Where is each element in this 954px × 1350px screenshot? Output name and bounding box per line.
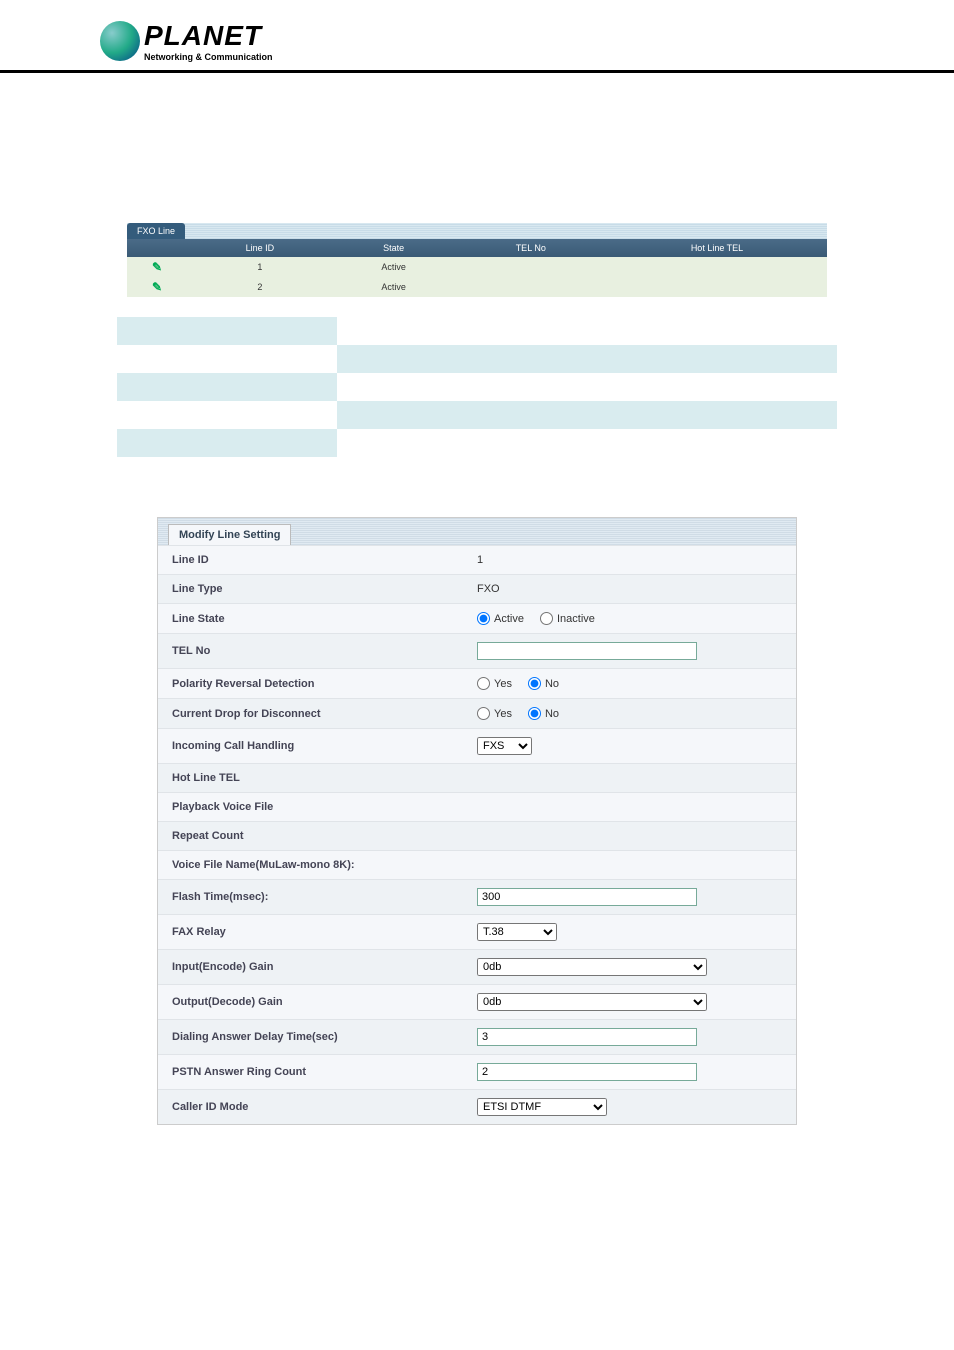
modify-title: Modify Line Setting <box>168 524 291 545</box>
col-edit <box>127 239 187 257</box>
cell-state: Active <box>333 257 455 277</box>
fax-relay-select[interactable]: T.38 <box>477 923 557 941</box>
value-line-type: FXO <box>477 583 782 595</box>
radio-line-state-inactive[interactable]: Inactive <box>540 612 595 625</box>
radio-polarity-no-input[interactable] <box>528 677 541 690</box>
radio-current-no-input[interactable] <box>528 707 541 720</box>
label-playback: Playback Voice File <box>172 801 477 813</box>
radio-polarity-no[interactable]: No <box>528 677 559 690</box>
kv-key <box>117 429 337 457</box>
fxo-line-tab[interactable]: FXO Line <box>127 223 185 239</box>
cell-hot <box>607 277 827 297</box>
page-header: PLANET Networking & Communication <box>0 0 954 62</box>
label-fax: FAX Relay <box>172 926 477 938</box>
dial-delay-input[interactable] <box>477 1028 697 1046</box>
planet-globe-icon <box>100 21 140 61</box>
col-line-id: Line ID <box>187 239 333 257</box>
kv-val <box>337 345 837 373</box>
radio-active-input[interactable] <box>477 612 490 625</box>
fxo-line-table: Line ID State TEL No Hot Line TEL ✎ 1 Ac… <box>127 239 827 297</box>
radio-current-yes-input[interactable] <box>477 707 490 720</box>
label-out-gain: Output(Decode) Gain <box>172 996 477 1008</box>
label-voicefile: Voice File Name(MuLaw-mono 8K): <box>172 859 477 871</box>
radio-polarity-yes[interactable]: Yes <box>477 677 512 690</box>
col-state: State <box>333 239 455 257</box>
output-gain-select[interactable]: 0db <box>477 993 707 1011</box>
table-row: ✎ 2 Active <box>127 277 827 297</box>
kv-val <box>337 373 837 401</box>
kv-val <box>337 317 837 345</box>
label-ring-count: PSTN Answer Ring Count <box>172 1066 477 1078</box>
cell-line-id: 1 <box>187 257 333 277</box>
table-row: ✎ 1 Active <box>127 257 827 277</box>
kv-key <box>117 401 337 429</box>
label-dial-delay: Dialing Answer Delay Time(sec) <box>172 1031 477 1043</box>
cell-hot <box>607 257 827 277</box>
label-tel-no: TEL No <box>172 645 477 657</box>
cell-line-id: 2 <box>187 277 333 297</box>
logo-brand: PLANET <box>144 20 273 52</box>
kv-key <box>117 373 337 401</box>
kv-val <box>337 401 837 429</box>
col-tel-no: TEL No <box>455 239 607 257</box>
label-repeat: Repeat Count <box>172 830 477 842</box>
label-hotline: Hot Line TEL <box>172 772 477 784</box>
fxo-line-panel: FXO Line Line ID State TEL No Hot Line T… <box>127 223 827 297</box>
col-hotline: Hot Line TEL <box>607 239 827 257</box>
input-gain-select[interactable]: 0db <box>477 958 707 976</box>
label-cid: Caller ID Mode <box>172 1101 477 1113</box>
logo: PLANET Networking & Communication <box>100 20 954 62</box>
modify-line-setting-panel: Modify Line Setting Line ID 1 Line Type … <box>157 517 797 1125</box>
kv-key <box>117 317 337 345</box>
caller-id-select[interactable]: ETSI DTMF <box>477 1098 607 1116</box>
label-line-type: Line Type <box>172 583 477 595</box>
tel-no-input[interactable] <box>477 642 697 660</box>
cell-state: Active <box>333 277 455 297</box>
radio-current-yes[interactable]: Yes <box>477 707 512 720</box>
radio-inactive-input[interactable] <box>540 612 553 625</box>
kv-table <box>117 317 837 457</box>
kv-key <box>117 345 337 373</box>
cell-tel <box>455 277 607 297</box>
edit-icon[interactable]: ✎ <box>152 260 162 274</box>
label-current-drop: Current Drop for Disconnect <box>172 708 477 720</box>
ring-count-input[interactable] <box>477 1063 697 1081</box>
label-in-gain: Input(Encode) Gain <box>172 961 477 973</box>
label-polarity: Polarity Reversal Detection <box>172 678 477 690</box>
label-line-id: Line ID <box>172 554 477 566</box>
label-incoming: Incoming Call Handling <box>172 740 477 752</box>
radio-current-no[interactable]: No <box>528 707 559 720</box>
cell-tel <box>455 257 607 277</box>
edit-icon[interactable]: ✎ <box>152 280 162 294</box>
label-line-state: Line State <box>172 613 477 625</box>
kv-val <box>337 429 837 457</box>
logo-tagline: Networking & Communication <box>144 52 273 62</box>
label-flash: Flash Time(msec): <box>172 891 477 903</box>
radio-polarity-yes-input[interactable] <box>477 677 490 690</box>
radio-line-state-active[interactable]: Active <box>477 612 524 625</box>
flash-time-input[interactable] <box>477 888 697 906</box>
incoming-select[interactable]: FXS <box>477 737 532 755</box>
value-line-id: 1 <box>477 554 782 566</box>
header-divider <box>0 70 954 73</box>
